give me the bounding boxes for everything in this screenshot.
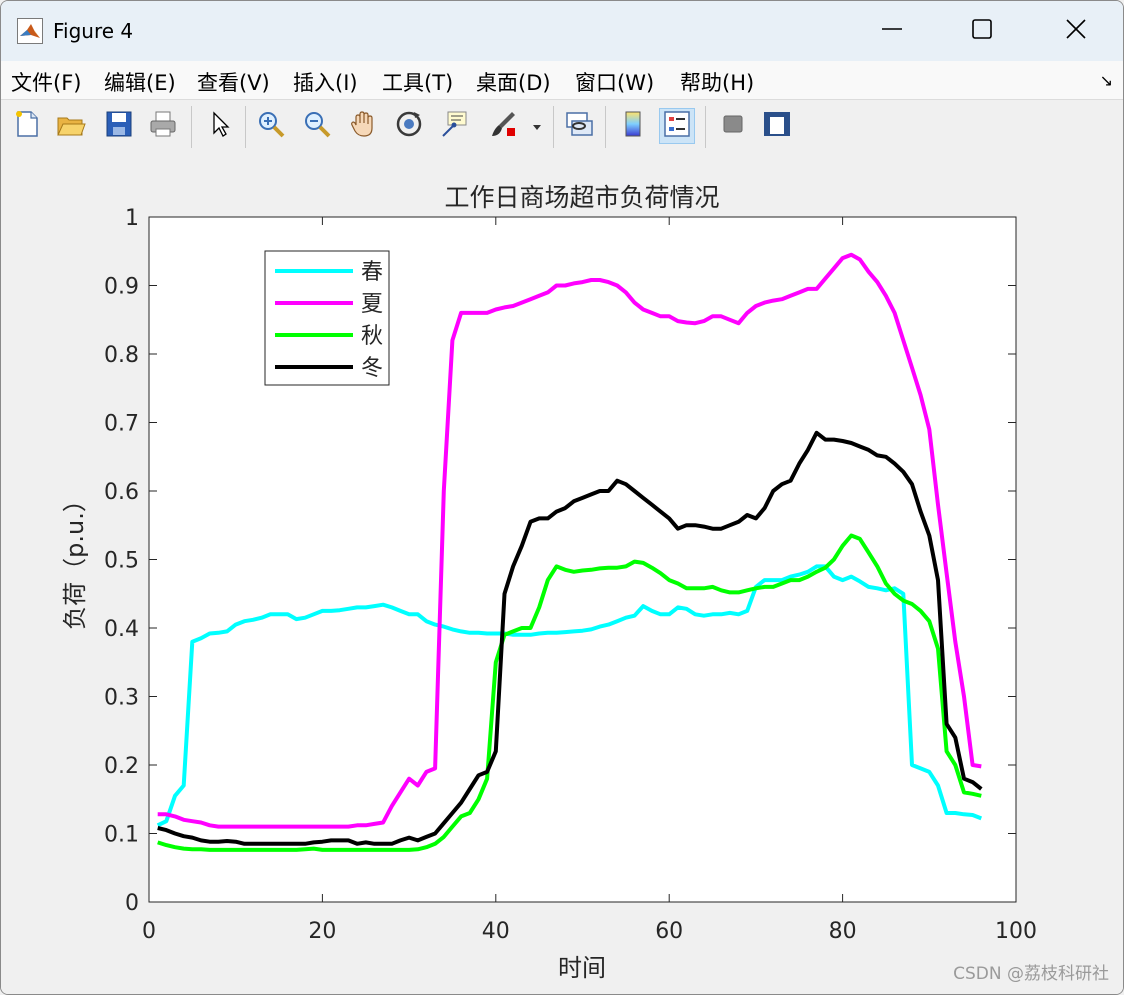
x-tick-label: 20 <box>308 919 336 944</box>
open-file-button[interactable] <box>53 108 89 144</box>
y-tick-label: 0.6 <box>104 480 139 505</box>
toolbar-separator <box>245 106 246 148</box>
legend-label: 夏 <box>361 292 383 317</box>
minimize-icon <box>882 19 902 43</box>
pan-button[interactable] <box>345 108 381 144</box>
x-tick-label: 40 <box>482 919 510 944</box>
y-tick-label: 0.7 <box>104 412 139 437</box>
y-tick-label: 0 <box>125 891 139 916</box>
toolbar-separator <box>605 106 606 148</box>
menu-help[interactable]: 帮助(H) <box>680 67 754 97</box>
brush-icon <box>488 109 518 143</box>
x-axis-label: 时间 <box>558 954 606 982</box>
data-cursor-button[interactable] <box>437 108 473 144</box>
toolbar-separator <box>705 106 706 148</box>
print-icon <box>148 109 178 143</box>
toolbar-separator <box>553 106 554 148</box>
legend-label: 秋 <box>361 324 383 349</box>
rotate-3d-button[interactable] <box>391 108 427 144</box>
hide-plot-tools-icon <box>718 109 748 143</box>
y-tick-label: 0.9 <box>104 275 139 300</box>
rotate-3d-icon <box>394 109 424 143</box>
minimize-button[interactable] <box>847 1 937 61</box>
y-axis-label: 负荷（p.u.） <box>61 488 89 630</box>
menu-file[interactable]: 文件(F) <box>11 67 81 97</box>
colorbar-button[interactable] <box>615 108 651 144</box>
edit-plot-arrow-icon <box>204 109 234 143</box>
chart-title: 工作日商场超市负荷情况 <box>444 183 719 212</box>
open-file-icon <box>56 109 86 143</box>
new-figure-icon <box>12 109 42 143</box>
data-cursor-icon <box>440 109 470 143</box>
print-button[interactable] <box>145 108 181 144</box>
maximize-icon <box>972 19 992 43</box>
x-tick-label: 80 <box>829 919 857 944</box>
menu-edit[interactable]: 编辑(E) <box>104 67 176 97</box>
figure-canvas: 工作日商场超市负荷情况 时间 负荷（p.u.） 0 20 40 60 80 100 0 0.1… <box>1 154 1123 994</box>
matlab-icon <box>17 18 43 44</box>
dock-arrow-icon[interactable]: ↘ <box>1100 71 1113 90</box>
zoom-out-button[interactable] <box>299 108 335 144</box>
figure-toolbar <box>1 99 1123 155</box>
x-tick-label: 0 <box>142 919 156 944</box>
legend[interactable]: 春夏秋冬 <box>264 250 390 386</box>
menu-view[interactable]: 查看(V) <box>197 67 270 97</box>
x-tick-label: 60 <box>655 919 683 944</box>
y-tick-label: 0.8 <box>104 343 139 368</box>
colorbar-icon <box>618 109 648 143</box>
brush-dropdown-button[interactable] <box>527 108 547 144</box>
chevron-down-icon <box>532 117 542 136</box>
window-title: Figure 4 <box>53 19 134 43</box>
show-plot-tools-button[interactable] <box>759 108 795 144</box>
close-icon <box>1065 18 1087 44</box>
new-figure-button[interactable] <box>9 108 45 144</box>
y-tick-label: 0.5 <box>104 549 139 574</box>
y-tick-label: 1 <box>125 206 139 231</box>
legend-label: 冬 <box>361 356 383 381</box>
legend-button[interactable] <box>659 108 695 144</box>
show-plot-tools-icon <box>762 109 792 143</box>
legend-icon <box>662 109 692 143</box>
figure-window: Figure 4 文件(F) 编辑(E) 查看(V) 插入(I) 工具(T) 桌… <box>0 0 1124 995</box>
link-plot-button[interactable] <box>561 108 597 144</box>
x-tick-label: 100 <box>995 919 1037 944</box>
legend-label: 春 <box>361 260 383 285</box>
pan-hand-icon <box>348 109 378 143</box>
link-plot-icon <box>564 109 594 143</box>
maximize-button[interactable] <box>937 1 1027 61</box>
close-button[interactable] <box>1031 1 1121 61</box>
edit-plot-button[interactable] <box>201 108 237 144</box>
toolbar-separator <box>191 106 192 148</box>
y-tick-label: 0.3 <box>104 686 139 711</box>
save-icon <box>104 109 134 143</box>
zoom-in-button[interactable] <box>253 108 289 144</box>
y-tick-label: 0.1 <box>104 823 139 848</box>
menu-tools[interactable]: 工具(T) <box>382 67 453 97</box>
y-tick-label: 0.2 <box>104 754 139 779</box>
line-chart[interactable]: 工作日商场超市负荷情况 时间 负荷（p.u.） 0 20 40 60 80 100 0 0.1… <box>1 154 1123 994</box>
brush-button[interactable] <box>485 108 521 144</box>
title-bar[interactable]: Figure 4 <box>1 1 1123 61</box>
save-button[interactable] <box>101 108 137 144</box>
zoom-out-icon <box>302 109 332 143</box>
menu-desktop[interactable]: 桌面(D) <box>476 67 551 97</box>
menu-window[interactable]: 窗口(W) <box>575 67 654 97</box>
watermark: CSDN @荔枝科研社 <box>953 964 1109 984</box>
menu-bar: 文件(F) 编辑(E) 查看(V) 插入(I) 工具(T) 桌面(D) 窗口(W… <box>1 61 1123 99</box>
hide-plot-tools-button[interactable] <box>715 108 751 144</box>
menu-insert[interactable]: 插入(I) <box>293 67 358 97</box>
zoom-in-icon <box>256 109 286 143</box>
y-tick-label: 0.4 <box>104 617 139 642</box>
